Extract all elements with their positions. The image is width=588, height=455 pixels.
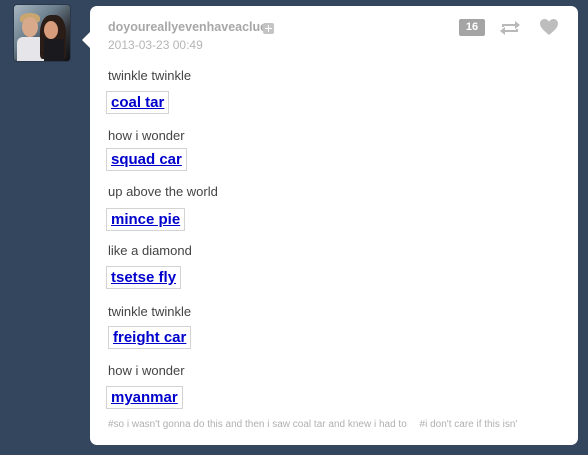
post-card: doyoureallyevenhaveaclue 2013-03-23 00:4… [82, 6, 578, 445]
link-myanmar[interactable]: myanmar [106, 386, 183, 409]
link-mince-pie[interactable]: mince pie [106, 208, 186, 231]
post-timestamp[interactable]: 2013-03-23 00:49 [108, 38, 203, 52]
link-squad-car[interactable]: squad car [106, 148, 187, 171]
avatar[interactable] [14, 5, 70, 61]
post-tags: #so i wasn't gonna do this and then i sa… [108, 419, 560, 430]
link-tsetse-fly[interactable]: tsetse fly [106, 266, 182, 289]
lyric-line-3: up above the world [108, 184, 218, 199]
reblog-icon[interactable] [499, 19, 521, 37]
lyric-line-2: how i wonder [108, 128, 185, 143]
tag-2[interactable]: #i don't care if this isn' [420, 419, 518, 430]
heart-icon[interactable] [539, 18, 559, 36]
tag-1[interactable]: #so i wasn't gonna do this and then i sa… [108, 419, 407, 430]
note-count-badge[interactable]: 16 [459, 19, 485, 36]
lyric-line-4: like a diamond [108, 243, 192, 258]
lyric-line-1: twinkle twinkle [108, 68, 192, 83]
post-username[interactable]: doyoureallyevenhaveaclue [108, 20, 267, 34]
lyric-line-5: twinkle twinkle [108, 304, 192, 319]
link-coal-tar[interactable]: coal tar [106, 91, 170, 114]
plus-icon[interactable] [263, 23, 274, 34]
link-freight-car[interactable]: freight car [108, 326, 192, 349]
card-pointer [82, 32, 90, 48]
lyric-line-6: how i wonder [108, 363, 185, 378]
